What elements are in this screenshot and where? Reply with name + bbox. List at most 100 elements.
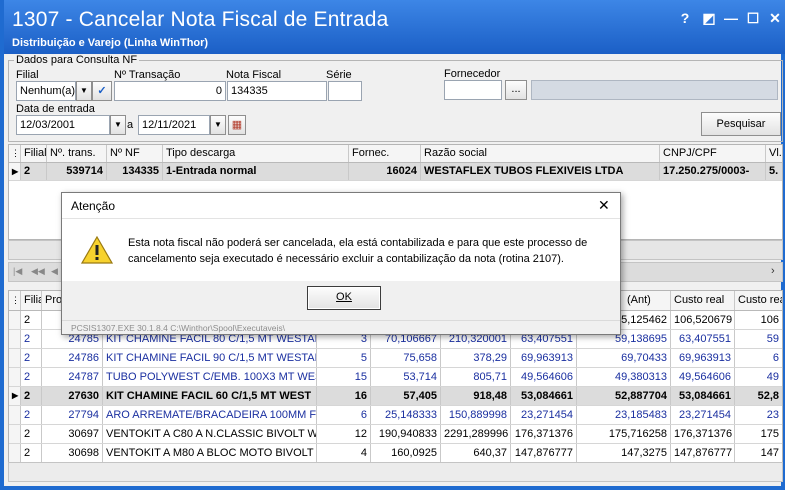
window-title: 1307 - Cancelar Nota Fiscal de Entrada: [12, 8, 389, 31]
restore-icon[interactable]: ◩: [700, 9, 718, 27]
maximize-icon[interactable]: ☐: [744, 9, 762, 27]
header-nf[interactable]: Nº NF: [107, 145, 163, 162]
row-indicator-icon: [9, 425, 21, 443]
cell-filial: 2: [21, 330, 42, 348]
date-from-dropdown-icon[interactable]: ▼: [110, 115, 126, 135]
cell-tipo-descarga: 1-Entrada normal: [163, 163, 349, 180]
row-indicator-icon: [9, 349, 21, 367]
date-to-dropdown-icon[interactable]: ▼: [210, 115, 226, 135]
fornecedor-label: Fornecedor: [444, 68, 501, 80]
fornecedor-browse-button[interactable]: ...: [505, 80, 527, 100]
dialog-close-icon[interactable]: ✕: [598, 197, 610, 214]
transacao-label: Nº Transação: [114, 69, 181, 81]
cell-filial: 2: [21, 349, 42, 367]
cell-total: 2291,289996: [441, 425, 511, 443]
first-record-icon[interactable]: |◀: [13, 266, 22, 277]
cell-custo-ant: 49,380313: [577, 368, 671, 386]
header-transacao[interactable]: Nº. trans.: [47, 145, 107, 162]
prev-page-icon[interactable]: ◀◀: [31, 266, 45, 277]
cell-custo-real-2: 106: [760, 314, 779, 326]
ok-label: OK: [336, 291, 352, 303]
table-row[interactable]: 2 24786 KIT CHAMINE FACIL 90 C/1,5 MT WEST…: [9, 349, 782, 368]
cell-filial: 2: [21, 311, 42, 329]
dialog-message-line2: cancelamento seja executado é necessário…: [128, 253, 564, 265]
cell-produto: 27630: [42, 387, 103, 405]
header-custo-real[interactable]: Custo real: [671, 291, 735, 310]
cell-produto: 24786: [42, 349, 103, 367]
column-chooser-icon[interactable]: ⋮: [9, 145, 21, 162]
cell-custo-real: 147,876777: [671, 444, 735, 462]
header-razao-social[interactable]: Razão social: [421, 145, 660, 162]
header-filial[interactable]: Filial: [21, 145, 47, 162]
cell-custo-real: 23,271454: [671, 406, 735, 424]
column-chooser-icon[interactable]: ⋮: [9, 291, 21, 310]
cell-descricao: KIT CHAMINE FACIL 90 C/1,5 MT WESTAFL: [103, 349, 317, 367]
cell-custo-real-2: 147: [760, 447, 779, 459]
cell-total: 378,29: [441, 349, 511, 367]
table-row[interactable]: 2 30697 VENTOKIT A C80 A N.CLASSIC BIVOLT …: [9, 425, 782, 444]
checkmark-icon[interactable]: ✓: [92, 81, 112, 101]
cell-custo-real-2: 49: [766, 371, 779, 383]
cell-qt: 6: [317, 406, 371, 424]
cell-cnpj: 17.250.275/0003-: [660, 163, 766, 180]
cell-nf: 134335: [107, 163, 163, 180]
serie-input[interactable]: [328, 81, 362, 101]
header-filial[interactable]: Filia: [21, 291, 42, 310]
date-from-input[interactable]: 12/03/2001: [16, 115, 110, 135]
ok-button[interactable]: OK: [307, 286, 381, 310]
date-to-input[interactable]: 12/11/2021: [138, 115, 210, 135]
dialog-header: Atenção ✕: [62, 193, 620, 219]
table-row[interactable]: 2 30698 VENTOKIT A M80 A BLOC MOTO BIVOLT …: [9, 444, 782, 463]
row-indicator-icon: [9, 406, 21, 424]
search-button[interactable]: Pesquisar: [701, 112, 781, 136]
nota-fiscal-input[interactable]: 134335: [227, 81, 327, 101]
cell-total: 150,889998: [441, 406, 511, 424]
fornecedor-code-input[interactable]: [444, 80, 502, 100]
warning-icon: [80, 235, 114, 267]
cell-descricao: KIT CHAMINE FACIL 60 C/1,5 MT WEST: [103, 387, 317, 405]
cell-preco: 57,405: [371, 387, 441, 405]
cell-custo-real-2: 52,8: [735, 387, 782, 405]
close-icon[interactable]: ✕: [766, 9, 784, 27]
header-custo-real-2[interactable]: Custo rea: [735, 291, 782, 310]
top-grid-header: ⋮ Filial Nº. trans. Nº NF Tipo descarga …: [9, 145, 782, 163]
header-valor[interactable]: Vl. t: [766, 145, 782, 162]
header-fornecedor[interactable]: Fornec.: [349, 145, 421, 162]
cell-fornecedor: 16024: [349, 163, 421, 180]
cell-produto: 30698: [42, 444, 103, 462]
cell-filial: 2: [21, 368, 42, 386]
transacao-input[interactable]: 0: [114, 81, 226, 101]
bottom-scrollbar[interactable]: [8, 462, 783, 482]
cell-custo: 69,963913: [511, 349, 577, 367]
cell-produto: 30697: [42, 425, 103, 443]
table-row[interactable]: ▶ 2 539714 134335 1-Entrada normal 16024…: [9, 163, 782, 181]
header-tipo-descarga[interactable]: Tipo descarga: [163, 145, 349, 162]
row-indicator-icon: ▶: [9, 163, 21, 180]
cell-descricao: ARO ARREMATE/BRACADEIRA 100MM FLEX: [103, 406, 317, 424]
minimize-icon[interactable]: —: [722, 9, 740, 27]
cell-custo: 53,084661: [511, 387, 577, 405]
calendar-icon[interactable]: ▦: [228, 115, 246, 135]
filial-dropdown-icon[interactable]: ▼: [76, 81, 92, 101]
serie-label: Série: [326, 69, 352, 81]
help-icon[interactable]: ?: [676, 9, 694, 27]
table-row[interactable]: 2 27794 ARO ARREMATE/BRACADEIRA 100MM FLEX…: [9, 406, 782, 425]
cell-filial: 2: [21, 425, 42, 443]
prev-record-icon[interactable]: ◀: [51, 266, 58, 277]
cell-descricao: VENTOKIT A M80 A BLOC MOTO BIVOLT WES: [103, 444, 317, 462]
cell-descricao: VENTOKIT A C80 A N.CLASSIC BIVOLT WES: [103, 425, 317, 443]
table-row[interactable]: 2 24787 TUBO POLYWEST C/EMB. 100X3 MT WEST…: [9, 368, 782, 387]
scroll-right-icon[interactable]: ›: [771, 265, 775, 277]
cell-custo-ant: 147,3275: [577, 444, 671, 462]
table-row[interactable]: ▶ 2 27630 KIT CHAMINE FACIL 60 C/1,5 MT WES…: [9, 387, 782, 406]
nota-fiscal-label: Nota Fiscal: [226, 69, 282, 81]
date-separator: a: [127, 119, 134, 131]
cell-qt: 16: [317, 387, 371, 405]
row-indicator-icon: [9, 444, 21, 462]
cell-custo-ant: 69,70433: [577, 349, 671, 367]
filial-select[interactable]: Nenhum(a): [16, 81, 76, 101]
window-subtitle: Distribuição e Varejo (Linha WinThor): [12, 37, 209, 49]
cell-custo-real: 69,963913: [671, 349, 735, 367]
header-cnpj[interactable]: CNPJ/CPF: [660, 145, 766, 162]
cell-filial: 2: [21, 444, 42, 462]
